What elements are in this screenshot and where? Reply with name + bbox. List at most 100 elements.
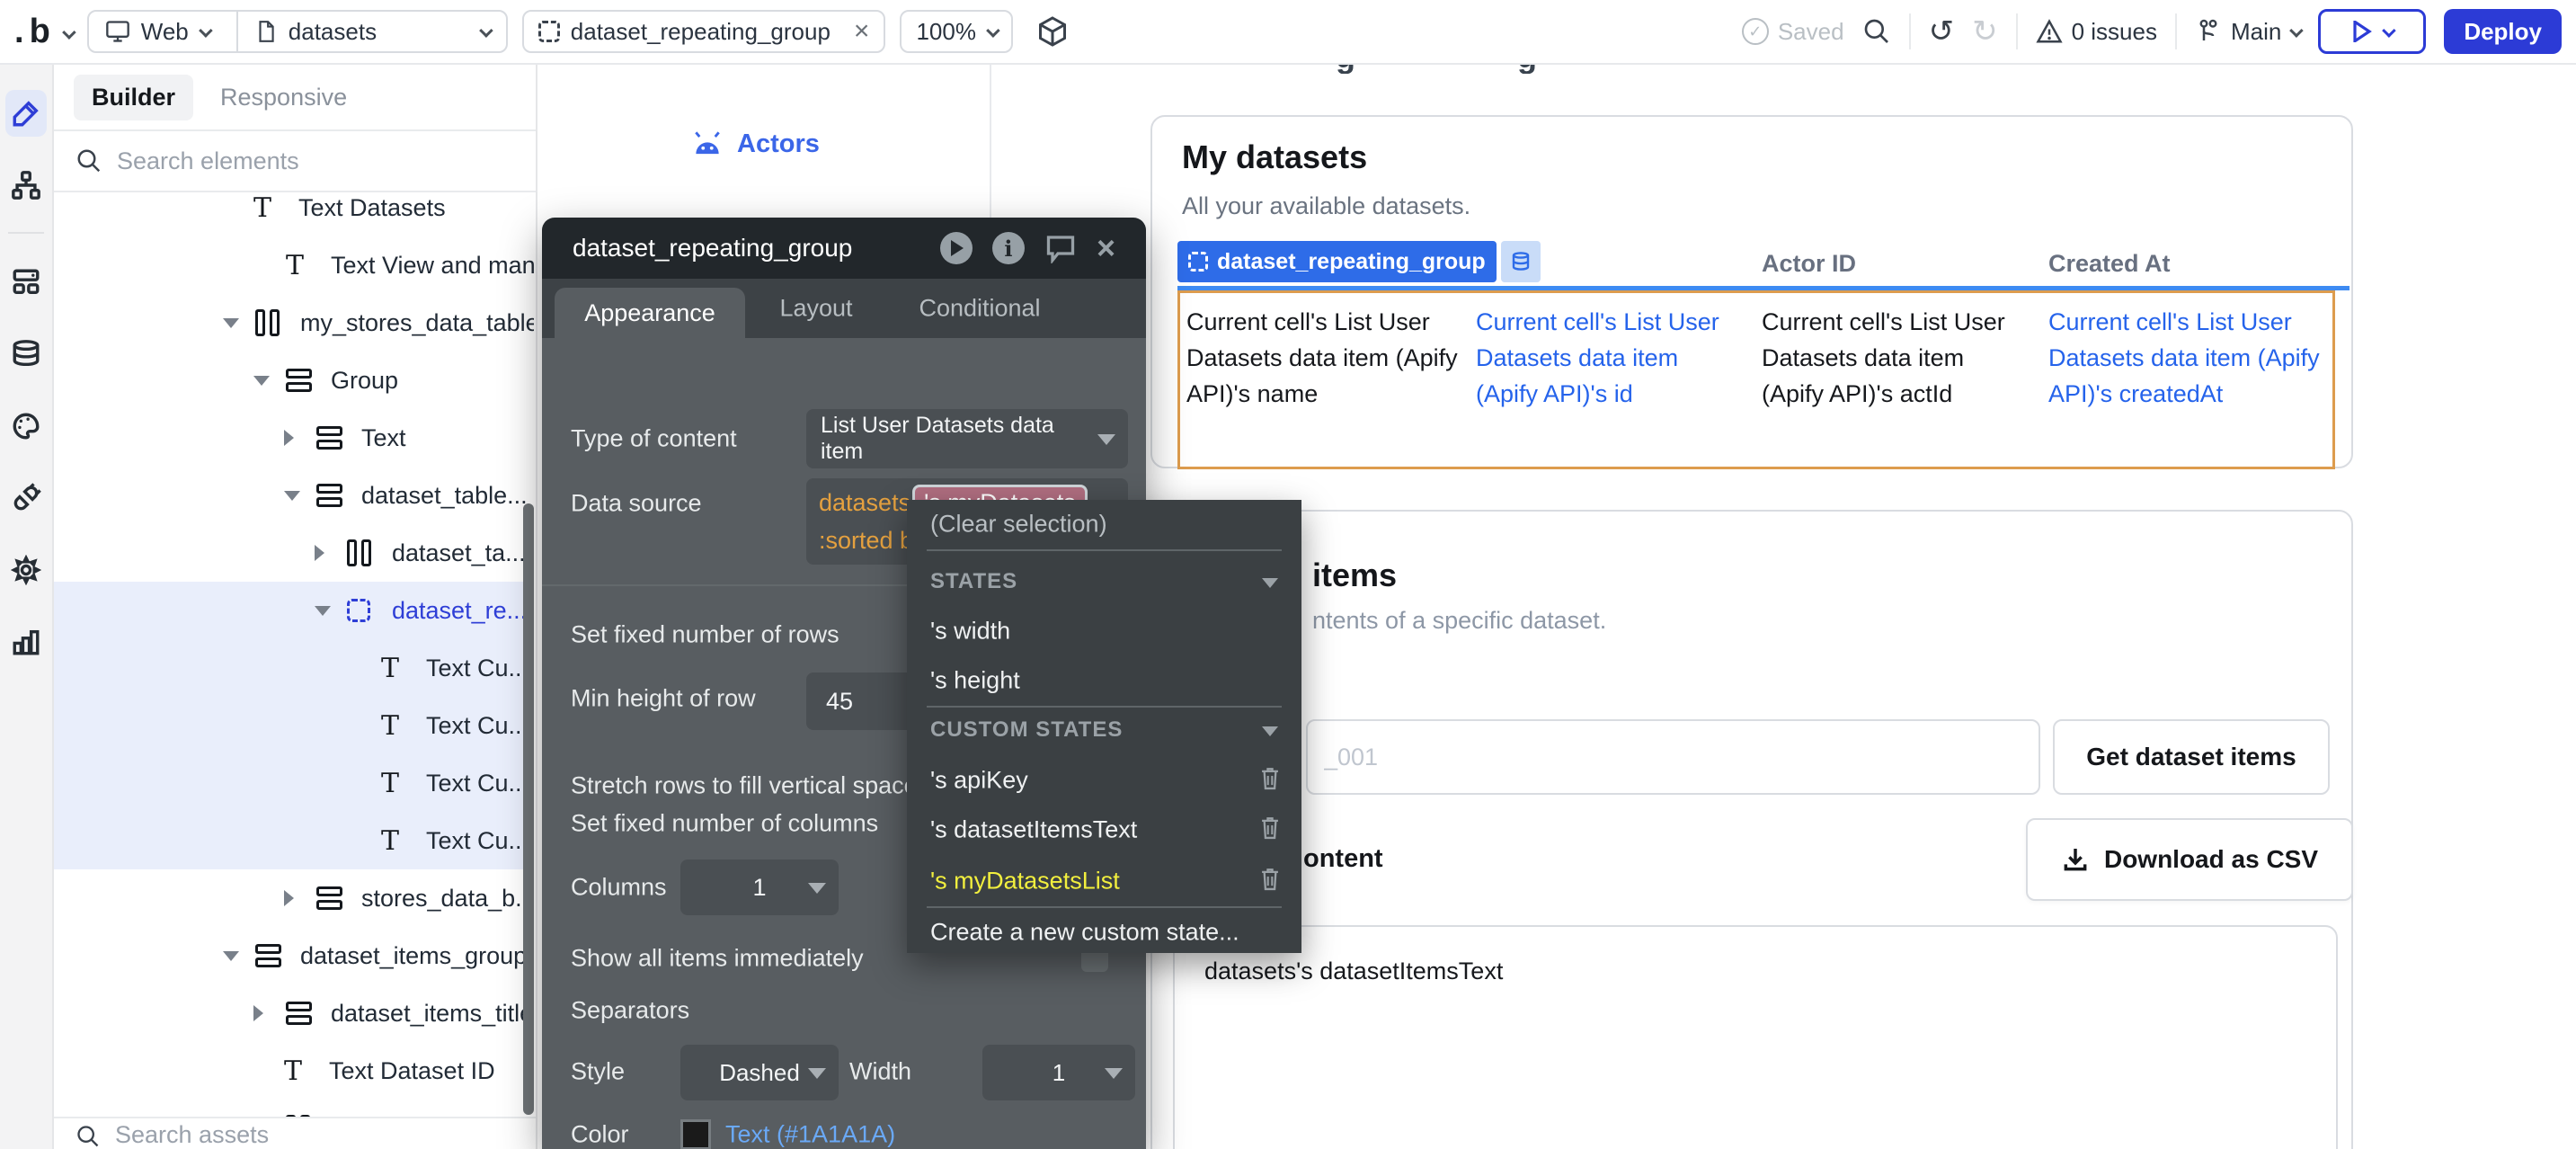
expand-arrow-icon[interactable] xyxy=(284,890,316,906)
separator-width-select[interactable]: 1 xyxy=(982,1045,1135,1100)
columns-select[interactable]: 1 xyxy=(680,860,839,915)
tab-responsive[interactable]: Responsive xyxy=(220,84,347,111)
tree-item-text-cu-4[interactable]: TText Cu... xyxy=(54,812,534,869)
tree-item-dataset-ta[interactable]: dataset_ta... xyxy=(54,524,534,582)
tree-item-dataset-items-group[interactable]: dataset_items_group xyxy=(54,927,534,984)
close-icon[interactable]: × xyxy=(1097,232,1115,264)
rail-item-workflow[interactable] xyxy=(5,162,47,209)
trash-icon[interactable] xyxy=(1258,867,1282,896)
undo-icon[interactable]: ↺ xyxy=(1929,16,1955,47)
dataset-content-box[interactable]: datasets's datasetItemsText xyxy=(1173,925,2338,1149)
menu-item-width-state[interactable]: 's width xyxy=(930,618,1010,646)
run-workflow-icon[interactable] xyxy=(940,232,973,264)
tree-item-text-datasets[interactable]: TText Datasets xyxy=(54,196,534,236)
tree-item-my-stores-data-table[interactable]: my_stores_data_table xyxy=(54,294,534,352)
color-value-link[interactable]: Text (#1A1A1A) xyxy=(725,1121,895,1149)
info-icon[interactable]: i xyxy=(992,232,1025,264)
menu-section-states[interactable]: STATES xyxy=(930,569,1017,594)
rail-item-styles[interactable] xyxy=(5,403,47,450)
collapse-arrow-icon[interactable] xyxy=(284,491,316,501)
tab-builder[interactable]: Builder xyxy=(74,75,193,120)
page-dropdown[interactable]: datasets xyxy=(236,12,506,51)
close-icon[interactable]: × xyxy=(854,18,870,45)
tab-conditional[interactable]: Conditional xyxy=(919,295,1040,323)
page-icon xyxy=(254,19,278,44)
zoom-dropdown[interactable]: 100% xyxy=(900,10,1013,53)
check-circle-icon: ✓ xyxy=(1742,18,1769,45)
search-assets-input[interactable] xyxy=(115,1121,385,1149)
data-source-chip[interactable] xyxy=(1501,241,1541,282)
search-icon[interactable] xyxy=(1862,17,1891,46)
deploy-button[interactable]: Deploy xyxy=(2444,9,2562,54)
tree-scrollbar[interactable] xyxy=(523,503,534,1115)
tab-appearance[interactable]: Appearance xyxy=(555,288,745,338)
property-panel-header[interactable]: dataset_repeating_group i × xyxy=(542,218,1146,279)
table-cell-act-id[interactable]: Current cell's List User Datasets data i… xyxy=(1762,304,2015,412)
tree-item-text-group[interactable]: Text xyxy=(54,409,534,467)
tree-item-dataset-repeating-group-selected[interactable]: dataset_re... xyxy=(54,582,534,639)
menu-section-custom-states[interactable]: CUSTOM STATES xyxy=(930,717,1123,743)
tree-item-text-cu-2[interactable]: TText Cu... xyxy=(54,697,534,754)
tree-item-dataset-table[interactable]: dataset_table... xyxy=(54,467,534,524)
menu-item-api-key-state[interactable]: 's apiKey xyxy=(930,767,1028,795)
table-cell-id[interactable]: Current cell's List User Datasets data i… xyxy=(1476,304,1720,412)
menu-item-create-custom-state[interactable]: Create a new custom state... xyxy=(930,919,1239,947)
tree-item-text-cu-3[interactable]: TText Cu... xyxy=(54,754,534,812)
toolbar-divider xyxy=(1909,13,1911,49)
branch-label: Main xyxy=(2231,18,2281,46)
tree-item-dataset-items-title[interactable]: dataset_items_title xyxy=(54,984,534,1042)
download-csv-button[interactable]: Download as CSV xyxy=(2026,818,2353,901)
table-cell-created-at[interactable]: Current cell's List User Datasets data i… xyxy=(2048,304,2329,412)
group-element-icon xyxy=(286,369,327,392)
bubble-logo[interactable]: .b xyxy=(14,13,73,51)
selected-element-badge[interactable]: dataset_repeating_group xyxy=(1177,241,1541,282)
tab-layout[interactable]: Layout xyxy=(779,295,852,323)
tree-item-stores-data-b[interactable]: stores_data_b... xyxy=(54,869,534,927)
trash-icon[interactable] xyxy=(1258,815,1282,845)
element-tab[interactable]: dataset_repeating_group × xyxy=(522,10,886,53)
collapse-arrow-icon[interactable] xyxy=(223,318,255,328)
comment-bubble-icon[interactable] xyxy=(1044,233,1077,263)
selected-element-name: dataset_repeating_group xyxy=(1217,249,1486,275)
sidebar-item-actors[interactable]: Actors xyxy=(690,117,820,171)
platform-dropdown[interactable]: Web xyxy=(89,12,226,51)
collapse-arrow-icon[interactable] xyxy=(315,606,347,616)
preview-button[interactable] xyxy=(2318,9,2426,54)
get-dataset-items-button[interactable]: Get dataset items xyxy=(2053,719,2330,795)
menu-item-my-datasets-list-state[interactable]: 's myDatasetsList xyxy=(930,868,1120,895)
rail-item-settings[interactable] xyxy=(5,547,47,593)
trash-icon[interactable] xyxy=(1258,766,1282,796)
tree-item-text-view[interactable]: TText View and mana... xyxy=(54,236,534,294)
search-elements-input[interactable] xyxy=(117,147,458,175)
tree-item-text-cu-1[interactable]: TText Cu... xyxy=(54,639,534,697)
color-swatch[interactable] xyxy=(680,1119,711,1149)
menu-item-dataset-items-text-state[interactable]: 's datasetItemsText xyxy=(930,816,1137,844)
separator-style-select[interactable]: Dashed xyxy=(680,1045,839,1100)
issues-indicator[interactable]: 0 issues xyxy=(2036,18,2157,46)
menu-item-clear-selection[interactable]: (Clear selection) xyxy=(930,511,1107,539)
rail-item-logs[interactable] xyxy=(5,619,47,665)
style-label: Style xyxy=(571,1058,625,1086)
collapse-arrow-icon[interactable] xyxy=(253,376,286,386)
branch-selector[interactable]: Main xyxy=(2195,18,2300,46)
expand-arrow-icon[interactable] xyxy=(253,1005,286,1021)
menu-divider xyxy=(927,906,1282,908)
dataset-id-input[interactable] xyxy=(1306,719,2040,795)
element-tab-label: dataset_repeating_group xyxy=(571,18,831,46)
rail-item-plugins[interactable] xyxy=(5,475,47,521)
rail-item-components[interactable] xyxy=(5,259,47,306)
type-of-content-select[interactable]: List User Datasets data item xyxy=(806,409,1128,468)
dataset-items-card: items ntents of a specific dataset. Get … xyxy=(1150,510,2353,1149)
expand-arrow-icon[interactable] xyxy=(284,430,316,446)
tree-item-text-dataset-id[interactable]: TText Dataset ID xyxy=(54,1042,534,1100)
rail-item-design[interactable] xyxy=(5,90,47,137)
table-cell-name[interactable]: Current cell's List User Datasets data i… xyxy=(1186,304,1458,412)
expand-arrow-icon[interactable] xyxy=(315,545,347,561)
tree-item-dataset-items-in[interactable]: dataset_items_in xyxy=(54,1100,534,1117)
rail-item-database[interactable] xyxy=(5,331,47,378)
menu-item-height-state[interactable]: 's height xyxy=(930,667,1020,695)
clipped-heading-fragment: g y xyxy=(1336,65,1443,74)
package-cube-icon[interactable] xyxy=(1036,15,1069,48)
tree-item-group[interactable]: Group xyxy=(54,352,534,409)
collapse-arrow-icon[interactable] xyxy=(223,951,255,961)
